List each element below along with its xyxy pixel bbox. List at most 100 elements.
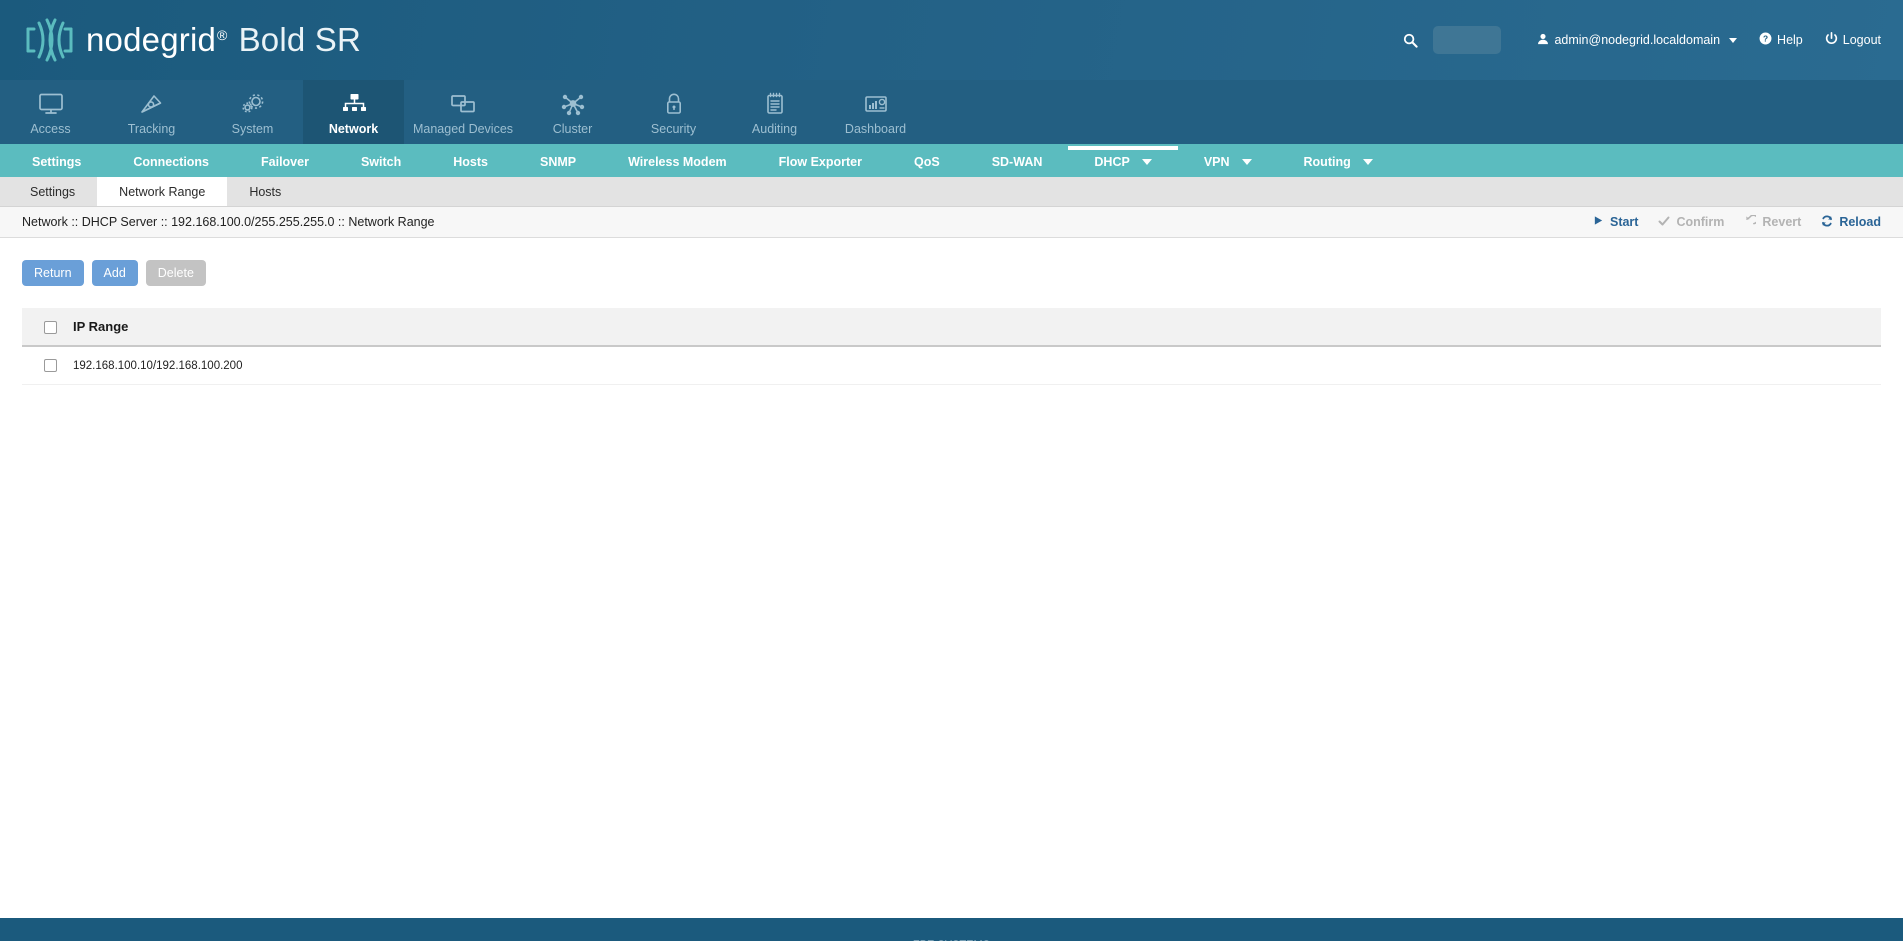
sub-tab-bar: Settings Network Range Hosts [0, 177, 1903, 207]
nav-item-managed-devices[interactable]: Managed Devices [404, 80, 522, 144]
network-tree-icon [341, 91, 367, 117]
nav-label: Cluster [552, 121, 593, 136]
main-content: Return Add Delete IP Range 192.168.100.1… [0, 238, 1903, 386]
table-row[interactable]: 192.168.100.10/192.168.100.200 [22, 346, 1881, 386]
tealnav-label: Hosts [453, 154, 488, 169]
nav-label: System [231, 121, 274, 136]
brand-model: Bold SR [238, 21, 362, 58]
user-menu[interactable]: admin@nodegrid.localdomain [1537, 33, 1738, 48]
nav-item-tracking[interactable]: Tracking [101, 80, 202, 144]
logout-link[interactable]: Logout [1825, 31, 1881, 48]
nav-item-auditing[interactable]: Auditing [724, 80, 825, 144]
row-checkbox[interactable] [44, 359, 57, 373]
tab-settings[interactable]: Settings [8, 177, 97, 206]
bar-chart-icon [863, 91, 889, 117]
confirm-label: Confirm [1676, 215, 1725, 229]
tealnav-label: Connections [133, 154, 210, 169]
nav-label: Auditing [751, 121, 798, 136]
header-right-group: admin@nodegrid.localdomain ? Help Logout [1403, 26, 1903, 54]
tealnav-item-snmp[interactable]: SNMP [514, 146, 602, 177]
return-button[interactable]: Return [22, 260, 84, 286]
tealnav-item-settings[interactable]: Settings [6, 146, 107, 177]
tealnav-label: Settings [32, 154, 82, 169]
nav-label: Security [650, 121, 697, 136]
gears-icon [240, 91, 266, 117]
breadcrumb: Network :: DHCP Server :: 192.168.100.0/… [22, 215, 435, 229]
nodegrid-waves-icon [22, 16, 76, 64]
tab-hosts[interactable]: Hosts [227, 177, 303, 206]
tealnav-label: Routing [1303, 154, 1351, 169]
reload-label: Reload [1839, 215, 1881, 229]
secondary-nav: Settings Connections Failover Switch Hos… [0, 146, 1903, 177]
nav-label: Tracking [127, 121, 176, 136]
tealnav-item-routing[interactable]: Routing [1278, 146, 1399, 177]
tealnav-item-connections[interactable]: Connections [107, 146, 235, 177]
search-input[interactable] [1433, 26, 1502, 54]
search-icon[interactable] [1403, 33, 1419, 48]
delete-button: Delete [145, 260, 206, 286]
tealnav-item-dhcp[interactable]: DHCP [1068, 146, 1179, 177]
help-label: Help [1777, 33, 1803, 47]
reload-button[interactable]: Reload [1821, 214, 1881, 230]
brand-logo[interactable]: nodegrid ® Bold SR [0, 16, 361, 64]
confirm-button: Confirm [1658, 215, 1724, 230]
cluster-nodes-icon [560, 91, 586, 117]
start-button[interactable]: Start [1593, 215, 1638, 229]
tealnav-label: Flow Exporter [778, 154, 862, 169]
tealnav-item-wireless-modem[interactable]: Wireless Modem [602, 146, 753, 177]
toolbar: Return Add Delete [22, 260, 1881, 286]
app-footer: ZPE SYSTEMS [0, 918, 1903, 941]
question-circle-icon: ? [1759, 32, 1772, 48]
table-header-row: IP Range [22, 308, 1881, 348]
breadcrumb-bar: Network :: DHCP Server :: 192.168.100.0/… [0, 207, 1903, 238]
add-button[interactable]: Add [91, 260, 138, 286]
nav-item-system[interactable]: System [202, 80, 303, 144]
tab-label: Network Range [119, 184, 206, 199]
lock-icon [661, 91, 687, 117]
tealnav-item-flow-exporter[interactable]: Flow Exporter [753, 146, 888, 177]
undo-icon [1744, 214, 1759, 230]
primary-icon-nav: Access Tracking System Network Managed D… [0, 80, 1903, 146]
select-all-header [22, 308, 65, 348]
notepad-icon [762, 91, 788, 117]
tab-network-range[interactable]: Network Range [97, 177, 228, 206]
tealnav-item-qos[interactable]: QoS [888, 146, 966, 177]
nav-label: Network [328, 121, 379, 136]
app-header: nodegrid ® Bold SR admin@nodegrid.localdo… [0, 0, 1903, 80]
nav-item-security[interactable]: Security [623, 80, 724, 144]
user-icon [1537, 33, 1549, 48]
chevron-down-icon [1729, 37, 1738, 43]
tealnav-item-hosts[interactable]: Hosts [427, 146, 514, 177]
chevron-down-icon [1362, 158, 1373, 165]
svg-text:?: ? [1763, 34, 1768, 44]
tealnav-item-switch[interactable]: Switch [335, 146, 427, 177]
nav-item-access[interactable]: Access [0, 80, 101, 144]
tealnav-label: Wireless Modem [628, 154, 727, 169]
nav-item-network[interactable]: Network [303, 80, 404, 144]
refresh-icon [1821, 214, 1833, 230]
power-icon [1825, 31, 1838, 48]
tealnav-item-vpn[interactable]: VPN [1178, 146, 1278, 177]
logout-label: Logout [1842, 33, 1881, 47]
check-icon [1658, 215, 1670, 230]
nav-item-cluster[interactable]: Cluster [522, 80, 623, 144]
tealnav-item-sd-wan[interactable]: SD-WAN [966, 146, 1069, 177]
cell-ip-range: 192.168.100.10/192.168.100.200 [65, 346, 1881, 386]
windows-stack-icon [450, 91, 476, 117]
help-link[interactable]: ? Help [1759, 32, 1803, 48]
tab-label: Hosts [249, 184, 282, 199]
nav-label: Access [30, 121, 71, 136]
tealnav-item-failover[interactable]: Failover [235, 146, 335, 177]
tealnav-label: Switch [360, 154, 402, 169]
nav-item-dashboard[interactable]: Dashboard [825, 80, 926, 144]
monitor-icon [38, 91, 64, 117]
select-all-checkbox[interactable] [44, 321, 57, 335]
tealnav-label: SNMP [539, 154, 577, 169]
nav-label: Dashboard [844, 121, 907, 136]
tealnav-label: QoS [913, 154, 940, 169]
revert-button: Revert [1744, 214, 1801, 230]
tab-label: Settings [30, 184, 76, 199]
satellite-dish-icon [139, 91, 165, 117]
chevron-down-icon [1241, 158, 1252, 165]
user-label: admin@nodegrid.localdomain [1554, 33, 1721, 47]
